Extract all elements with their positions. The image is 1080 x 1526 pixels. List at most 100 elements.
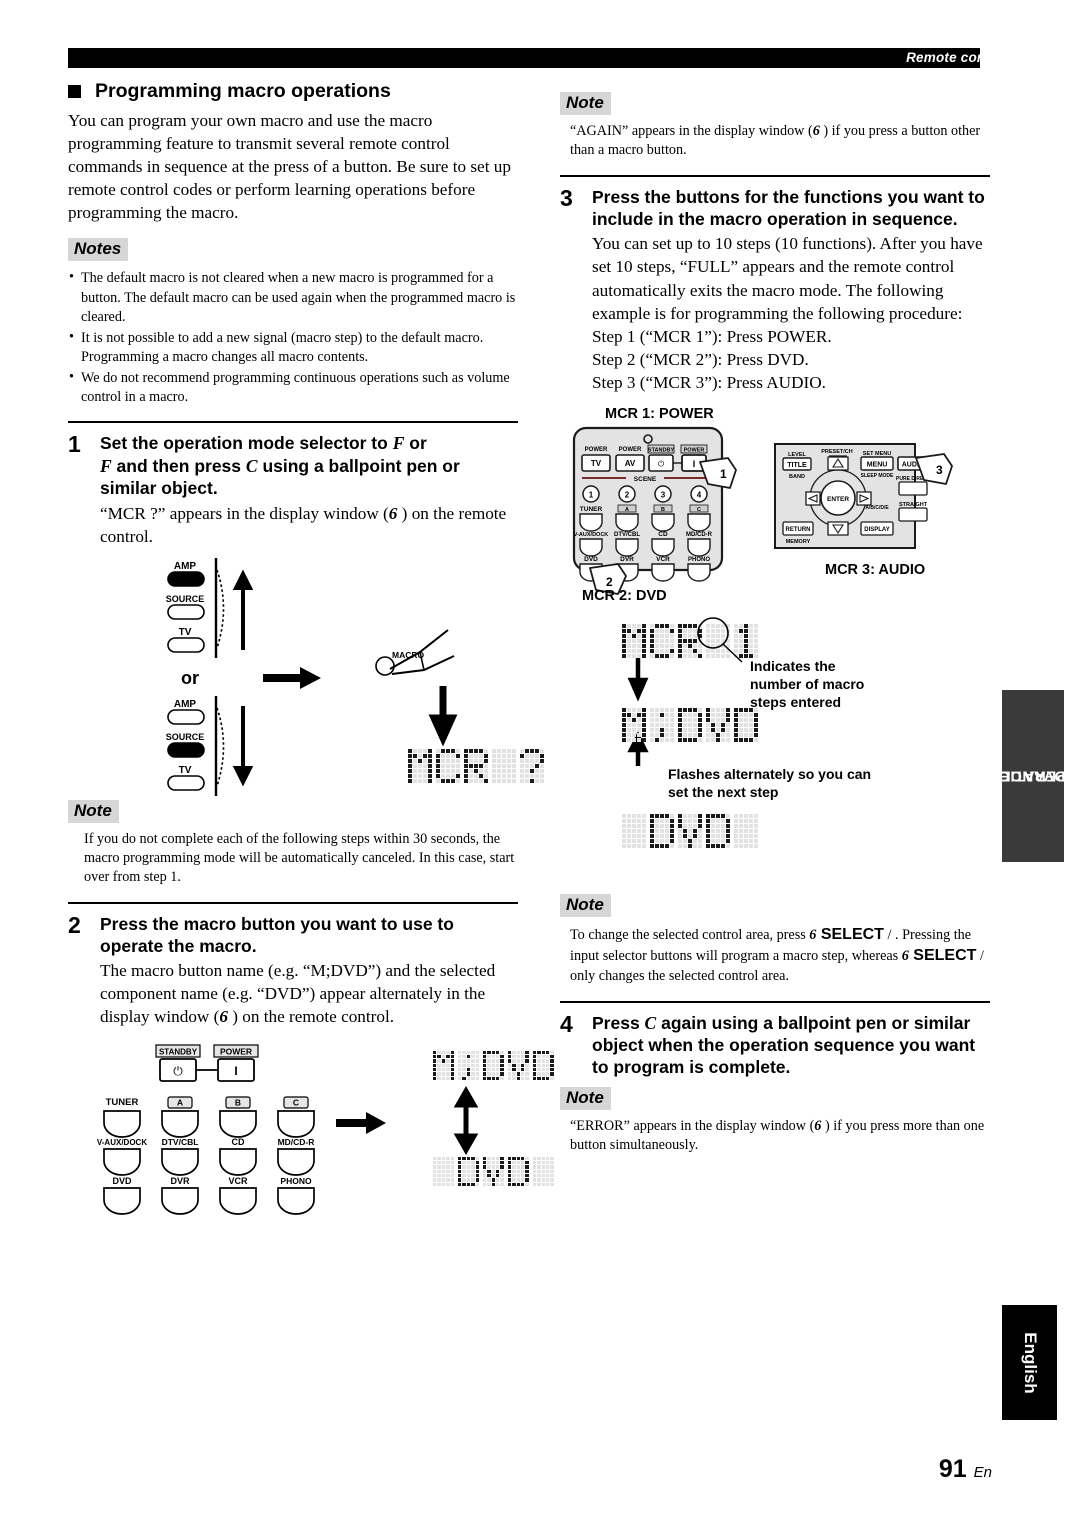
svg-text:DTV/CBL: DTV/CBL (614, 532, 640, 538)
note-text: To change the selected control area, pre… (570, 924, 990, 987)
svg-text:I: I (234, 1064, 237, 1078)
lcd-char (678, 623, 702, 658)
lcd-char (457, 1156, 479, 1187)
left-column: Programming macro operations You can pro… (68, 80, 554, 1219)
svg-text:DISPLAY: DISPLAY (864, 527, 889, 533)
lcd-char (507, 1050, 529, 1081)
step4-title-pre: Press (592, 1012, 645, 1033)
step-title: Set the operation mode selector to F or … (100, 432, 518, 499)
annotation-flashes: Flashes alternately so you can set the n… (668, 766, 871, 802)
page-language-code: En (973, 1464, 992, 1481)
select-label: SELECT (908, 947, 977, 965)
procedure-step-2: Step 2 (“MCR 2”): Press DVD. (592, 349, 809, 369)
lcd-char (433, 1156, 454, 1187)
svg-text:⏻: ⏻ (173, 1064, 183, 1078)
svg-text:AV: AV (625, 459, 636, 468)
lcd-char (433, 1050, 454, 1081)
symbol-glyph: F (392, 433, 405, 454)
svg-text:A/B/C/D/E: A/B/C/D/E (865, 505, 889, 511)
svg-text:TUNER: TUNER (580, 506, 603, 513)
lcd-char (436, 748, 460, 783)
page-number: 91 En (939, 1455, 992, 1484)
divider (68, 421, 518, 424)
step2-body-post: ) on the remote control. (227, 1007, 395, 1027)
lcd-char (507, 1156, 529, 1187)
svg-text:MEMORY: MEMORY (786, 539, 811, 545)
figure-remote-sequence: MCR 1: POWER POWER POWER STANDBY POWER T… (560, 406, 990, 886)
symbol-glyph: 6 (901, 948, 909, 965)
page-number-value: 91 (938, 1455, 967, 1483)
svg-text:STANDBY: STANDBY (159, 1047, 198, 1056)
note-error: Note “ERROR” appears in the display wind… (560, 1086, 990, 1156)
note-badge: Note (68, 799, 119, 823)
step1-title-mid1: or (404, 433, 427, 454)
svg-text:STANDBY: STANDBY (648, 447, 675, 453)
svg-text:SOURCE: SOURCE (166, 594, 205, 604)
divider (560, 174, 990, 177)
svg-text:TITLE: TITLE (787, 462, 807, 469)
note-text: “AGAIN” appears in the display window (6… (570, 122, 990, 161)
svg-text:V-AUX/DOCK: V-AUX/DOCK (574, 532, 609, 538)
note-badge: Note (560, 893, 611, 917)
svg-text:or: or (181, 668, 199, 688)
svg-text:CD: CD (232, 1137, 245, 1147)
caption-mcr1: MCR 1: POWER (605, 405, 714, 422)
lcd-display-dvd (433, 1156, 554, 1187)
list-item: The default macro is not cleared when a … (68, 268, 518, 327)
svg-text:RETURN: RETURN (786, 527, 811, 533)
header-title: Remote control features (906, 50, 1066, 65)
lcd-char (734, 623, 758, 658)
svg-text:ENTER: ENTER (827, 496, 849, 503)
svg-text:A: A (625, 507, 629, 513)
svg-text:TUNER: TUNER (106, 1097, 139, 1108)
step1-title-pre: Set the operation mode selector to (100, 433, 393, 454)
symbol-glyph: 6 (812, 123, 820, 139)
lcd-char (482, 1156, 504, 1187)
svg-text:C: C (293, 1097, 299, 1107)
lcd-char (650, 813, 674, 848)
note-badge: Note (560, 1086, 611, 1110)
step-1: 1 Set the operation mode selector to F o… (68, 432, 518, 547)
svg-text:AMP: AMP (174, 699, 197, 710)
svg-text:PRESET/CH: PRESET/CH (821, 449, 853, 455)
note-select: Note To change the selected control area… (560, 893, 990, 987)
procedure-step-3: Step 3 (“MCR 3”): Press AUDIO. (592, 372, 826, 392)
lcd-char (678, 707, 702, 742)
lcd-char (457, 1050, 479, 1081)
svg-text:TV: TV (179, 627, 192, 638)
step-2: 2 Press the macro button you want to use… (68, 912, 518, 1029)
symbol-glyph: C (245, 455, 258, 476)
svg-text:POWER: POWER (585, 447, 608, 453)
annotation-line: Flashes alternately so you can (668, 765, 872, 782)
symbol-glyph: 6 (219, 1007, 228, 1027)
svg-text:3: 3 (936, 463, 943, 477)
svg-text:POWER: POWER (684, 447, 705, 453)
lcd-char (734, 813, 758, 848)
note-text: “ERROR” appears in the display window (6… (570, 1117, 990, 1156)
svg-text:VCR: VCR (656, 556, 670, 563)
svg-text:VCR: VCR (228, 1176, 248, 1186)
note-error-pre: “ERROR” appears in the display window ( (570, 1117, 815, 1134)
svg-text:LEVEL: LEVEL (788, 452, 806, 458)
svg-text:A: A (177, 1097, 183, 1107)
divider (560, 1000, 990, 1003)
side-tab-language: English (1002, 1305, 1057, 1420)
annotation-line: steps entered (750, 693, 842, 710)
intro-paragraph: You can program your own macro and use t… (68, 111, 511, 223)
lcd-char (706, 707, 730, 742)
note-select-p1-slash: / . (883, 926, 899, 943)
svg-text:BAND: BAND (789, 474, 805, 480)
step-4: 4 Press C again using a ballpoint pen or… (560, 1011, 990, 1079)
svg-text:AMP: AMP (174, 561, 197, 572)
lcd-display-dvd-right (622, 813, 758, 848)
svg-text:2: 2 (606, 575, 613, 589)
svg-text:POWER: POWER (220, 1046, 252, 1056)
svg-text:POWER: POWER (619, 447, 642, 453)
bullet-square-icon (68, 85, 81, 98)
svg-text:⏻: ⏻ (658, 459, 665, 468)
lcd-char (706, 813, 730, 848)
svg-text:PHONO: PHONO (280, 1176, 312, 1186)
lcd-char (520, 748, 544, 783)
lcd-char (482, 1050, 504, 1081)
section-title-text: Programming macro operations (95, 80, 391, 102)
